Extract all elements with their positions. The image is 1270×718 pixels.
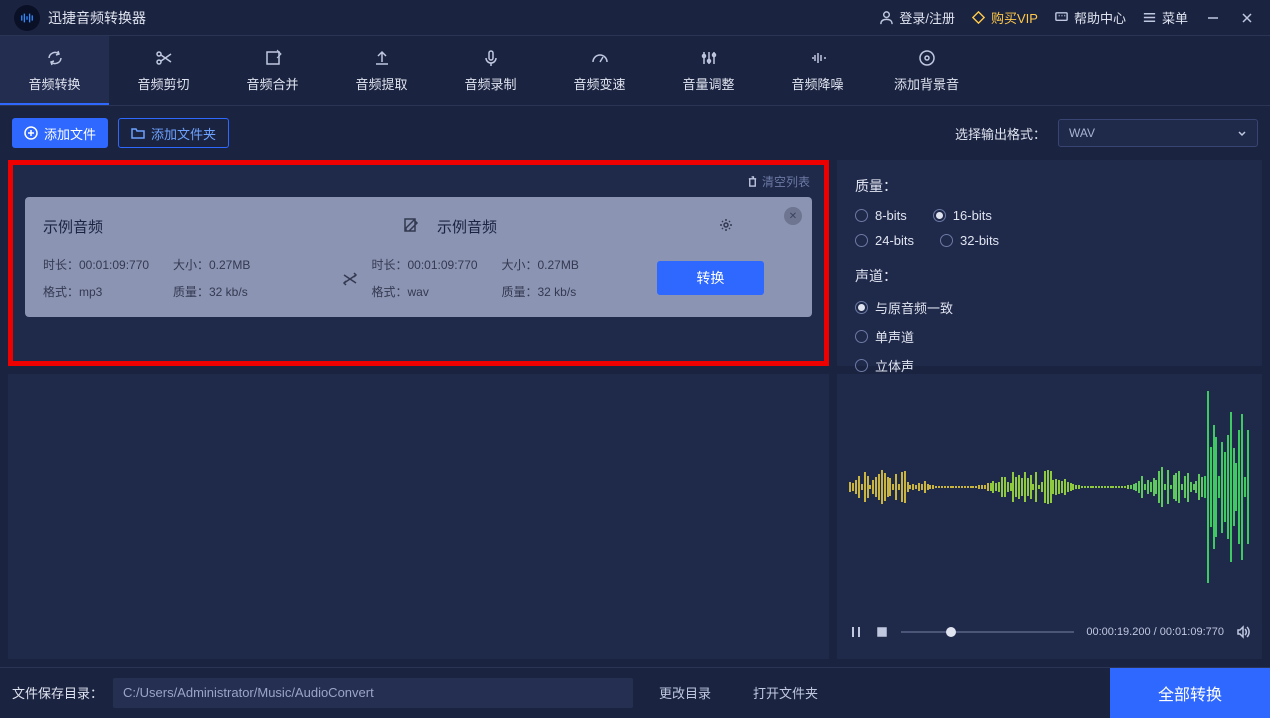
source-name: 示例音频 <box>43 216 403 237</box>
tab-bgm[interactable]: 添加背景音 <box>872 36 981 105</box>
nav-tabs: 音频转换 音频剪切 音频合并 音频提取 音频录制 音频变速 音量调整 音频降噪 … <box>0 36 1270 106</box>
tab-label: 音频合并 <box>246 74 298 93</box>
noise-icon <box>808 48 828 68</box>
tab-record[interactable]: 音频录制 <box>436 36 545 105</box>
channel-stereo[interactable]: 立体声 <box>855 356 1244 375</box>
quality-label: 质量： <box>855 176 1244 196</box>
format-label: 选择输出格式： <box>955 124 1046 143</box>
quality-8bits[interactable]: 8-bits <box>855 208 907 223</box>
tab-cut[interactable]: 音频剪切 <box>109 36 218 105</box>
tab-label: 音量调整 <box>682 74 734 93</box>
chevron-down-icon <box>1237 128 1247 138</box>
minimize-button[interactable] <box>1204 9 1222 27</box>
mic-icon <box>481 48 501 68</box>
menu-link[interactable]: 菜单 <box>1142 8 1188 27</box>
swap-icon <box>328 269 371 287</box>
edit-icon[interactable] <box>403 217 421 236</box>
tab-extract[interactable]: 音频提取 <box>327 36 436 105</box>
quality-16bits[interactable]: 16-bits <box>933 208 992 223</box>
stop-button[interactable] <box>875 625 889 639</box>
refresh-icon <box>45 48 65 68</box>
tab-speed[interactable]: 音频变速 <box>545 36 654 105</box>
clear-list-label: 清空列表 <box>762 173 810 190</box>
waveform <box>849 387 1250 587</box>
waveform-panel: 00:00:19.200 / 00:01:09:770 <box>837 374 1262 659</box>
channel-same[interactable]: 与原音频一致 <box>855 298 1244 317</box>
playback-time: 00:00:19.200 / 00:01:09:770 <box>1086 626 1224 638</box>
help-link[interactable]: 帮助中心 <box>1054 8 1126 27</box>
format-select[interactable]: WAV <box>1058 119 1258 147</box>
tab-denoise[interactable]: 音频降噪 <box>763 36 872 105</box>
remove-card-button[interactable]: ✕ <box>784 207 802 225</box>
tab-label: 音频剪切 <box>137 74 189 93</box>
clear-list-button[interactable]: 清空列表 <box>747 173 810 190</box>
upload-icon <box>372 48 392 68</box>
titlebar: 迅捷音频转换器 登录/注册 购买VIP 帮助中心 菜单 <box>0 0 1270 36</box>
channel-label: 声道： <box>855 266 1244 286</box>
file-card: ✕ 示例音频 示例音频 时长：00:01:09:770大小：0.27MB 格式：… <box>25 197 812 317</box>
tab-label: 音频降噪 <box>791 74 843 93</box>
volume-icon[interactable] <box>1236 625 1250 639</box>
vip-link[interactable]: 购买VIP <box>971 8 1038 27</box>
toolbar: 添加文件 添加文件夹 选择输出格式： WAV <box>0 106 1270 160</box>
convert-all-button[interactable]: 全部转换 <box>1110 668 1270 718</box>
settings-panel: 质量： 8-bits 16-bits 24-bits 32-bits 声道： 与… <box>837 160 1262 366</box>
tab-volume[interactable]: 音量调整 <box>654 36 763 105</box>
vip-label: 购买VIP <box>991 8 1038 27</box>
target-meta: 时长：00:01:09:770大小：0.27MB 格式：wav质量：32 kb/… <box>372 256 657 300</box>
save-path[interactable]: C:/Users/Administrator/Music/AudioConver… <box>113 678 633 708</box>
add-folder-button[interactable]: 添加文件夹 <box>118 118 229 148</box>
tab-convert[interactable]: 音频转换 <box>0 36 109 105</box>
scissors-icon <box>154 48 174 68</box>
menu-label: 菜单 <box>1162 8 1188 27</box>
empty-area <box>8 374 829 659</box>
tab-label: 音频转换 <box>28 74 80 93</box>
footer: 文件保存目录： C:/Users/Administrator/Music/Aud… <box>0 667 1270 717</box>
progress-thumb[interactable] <box>946 627 956 637</box>
open-folder-button[interactable]: 打开文件夹 <box>737 678 834 708</box>
login-label: 登录/注册 <box>899 8 955 27</box>
format-value: WAV <box>1069 126 1095 140</box>
tab-merge[interactable]: 音频合并 <box>218 36 327 105</box>
login-link[interactable]: 登录/注册 <box>879 8 955 27</box>
convert-button[interactable]: 转换 <box>657 261 764 295</box>
channel-mono[interactable]: 单声道 <box>855 327 1244 346</box>
gear-icon[interactable] <box>718 217 734 236</box>
help-label: 帮助中心 <box>1074 8 1126 27</box>
quality-32bits[interactable]: 32-bits <box>940 233 999 248</box>
pause-button[interactable] <box>849 625 863 639</box>
speed-icon <box>590 48 610 68</box>
file-list-panel: 清空列表 ✕ 示例音频 示例音频 时长：00:01:09:770大小：0.27M… <box>8 160 829 366</box>
tab-label: 音频录制 <box>464 74 516 93</box>
add-file-button[interactable]: 添加文件 <box>12 118 108 148</box>
tab-label: 音频变速 <box>573 74 625 93</box>
bgm-icon <box>917 48 937 68</box>
tab-label: 添加背景音 <box>894 74 959 93</box>
app-title: 迅捷音频转换器 <box>48 8 879 28</box>
target-name: 示例音频 <box>437 216 718 237</box>
tab-label: 音频提取 <box>355 74 407 93</box>
close-button[interactable] <box>1238 9 1256 27</box>
eq-icon <box>699 48 719 68</box>
add-folder-label: 添加文件夹 <box>151 124 216 143</box>
add-file-label: 添加文件 <box>44 124 96 143</box>
save-dir-label: 文件保存目录： <box>12 683 103 702</box>
source-meta: 时长：00:01:09:770大小：0.27MB 格式：mp3质量：32 kb/… <box>43 256 328 300</box>
app-logo <box>14 5 40 31</box>
change-dir-button[interactable]: 更改目录 <box>643 678 727 708</box>
quality-24bits[interactable]: 24-bits <box>855 233 914 248</box>
merge-icon <box>263 48 283 68</box>
progress-bar[interactable] <box>901 631 1074 633</box>
